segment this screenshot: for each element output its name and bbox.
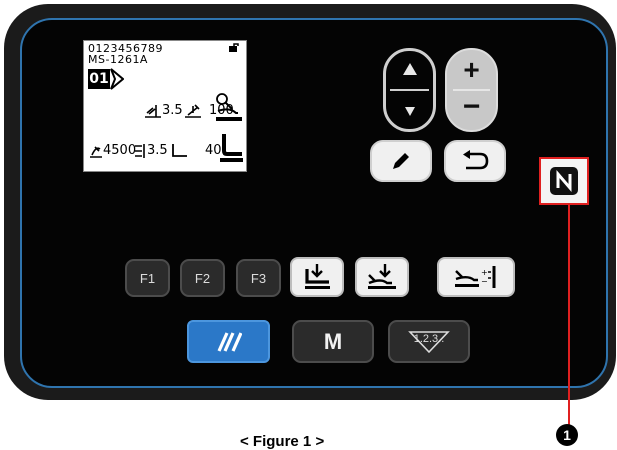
stitch-length-icon: [145, 105, 161, 118]
plus-icon[interactable]: +: [447, 54, 496, 86]
reset-button[interactable]: [187, 320, 270, 363]
thread-trim-button[interactable]: [355, 257, 409, 297]
pattern-number: 01: [88, 69, 110, 89]
callout-number: 1: [556, 424, 578, 446]
pattern-arrow-icon: [110, 68, 124, 90]
reverse-stitch-icon: + −: [455, 266, 496, 288]
f3-button[interactable]: F3: [236, 259, 281, 297]
presser-foot-button[interactable]: [290, 257, 344, 297]
counter-label: 1.2.3..: [413, 332, 445, 345]
lcd-line-2: MS-1261A: [88, 53, 148, 66]
return-button[interactable]: [444, 140, 506, 182]
nfc-icon: [550, 167, 578, 195]
foot-height-large-icon: [220, 134, 243, 162]
reverse-stitch-button[interactable]: + −: [437, 257, 515, 297]
foot-pressure-icon: [216, 93, 242, 121]
f1-button[interactable]: F1: [125, 259, 170, 297]
nfc-mark: [539, 157, 589, 205]
presser-pressure-icon: [185, 104, 201, 118]
foot-height-icon: [172, 144, 187, 157]
figure-caption: < Figure 1 >: [240, 433, 325, 450]
stitch-length-bottom-icon: [135, 144, 145, 158]
stitch-length-bottom-value: 3.5: [147, 143, 168, 158]
up-down-divider: [390, 89, 429, 91]
minus-icon[interactable]: −: [447, 90, 496, 124]
up-down-key: [383, 48, 436, 132]
lock-icon: [229, 43, 239, 52]
svg-text:−: −: [481, 277, 488, 286]
callout-leader-line: [568, 205, 570, 433]
down-arrow-icon[interactable]: [404, 106, 416, 117]
presser-foot-icon: [305, 264, 330, 289]
mode-button[interactable]: M: [292, 320, 374, 363]
f2-button[interactable]: F2: [180, 259, 225, 297]
speed-icon: [90, 146, 102, 158]
edit-pencil-icon: [393, 153, 409, 169]
lcd-screen: 0123456789 MS-1261A 01 3.5 100 4500 3.5 …: [83, 40, 247, 172]
return-icon: [463, 150, 489, 170]
edit-button[interactable]: [370, 140, 432, 182]
counter-button[interactable]: 1.2.3..: [388, 320, 470, 363]
stitch-length-top-value: 3.5: [162, 103, 183, 118]
reset-icon: [217, 332, 242, 352]
plus-minus-key: + −: [445, 48, 498, 132]
thread-trim-icon: [368, 264, 396, 289]
up-arrow-icon[interactable]: [402, 62, 418, 76]
svg-text:+: +: [481, 268, 488, 277]
speed-value: 4500: [103, 143, 137, 158]
